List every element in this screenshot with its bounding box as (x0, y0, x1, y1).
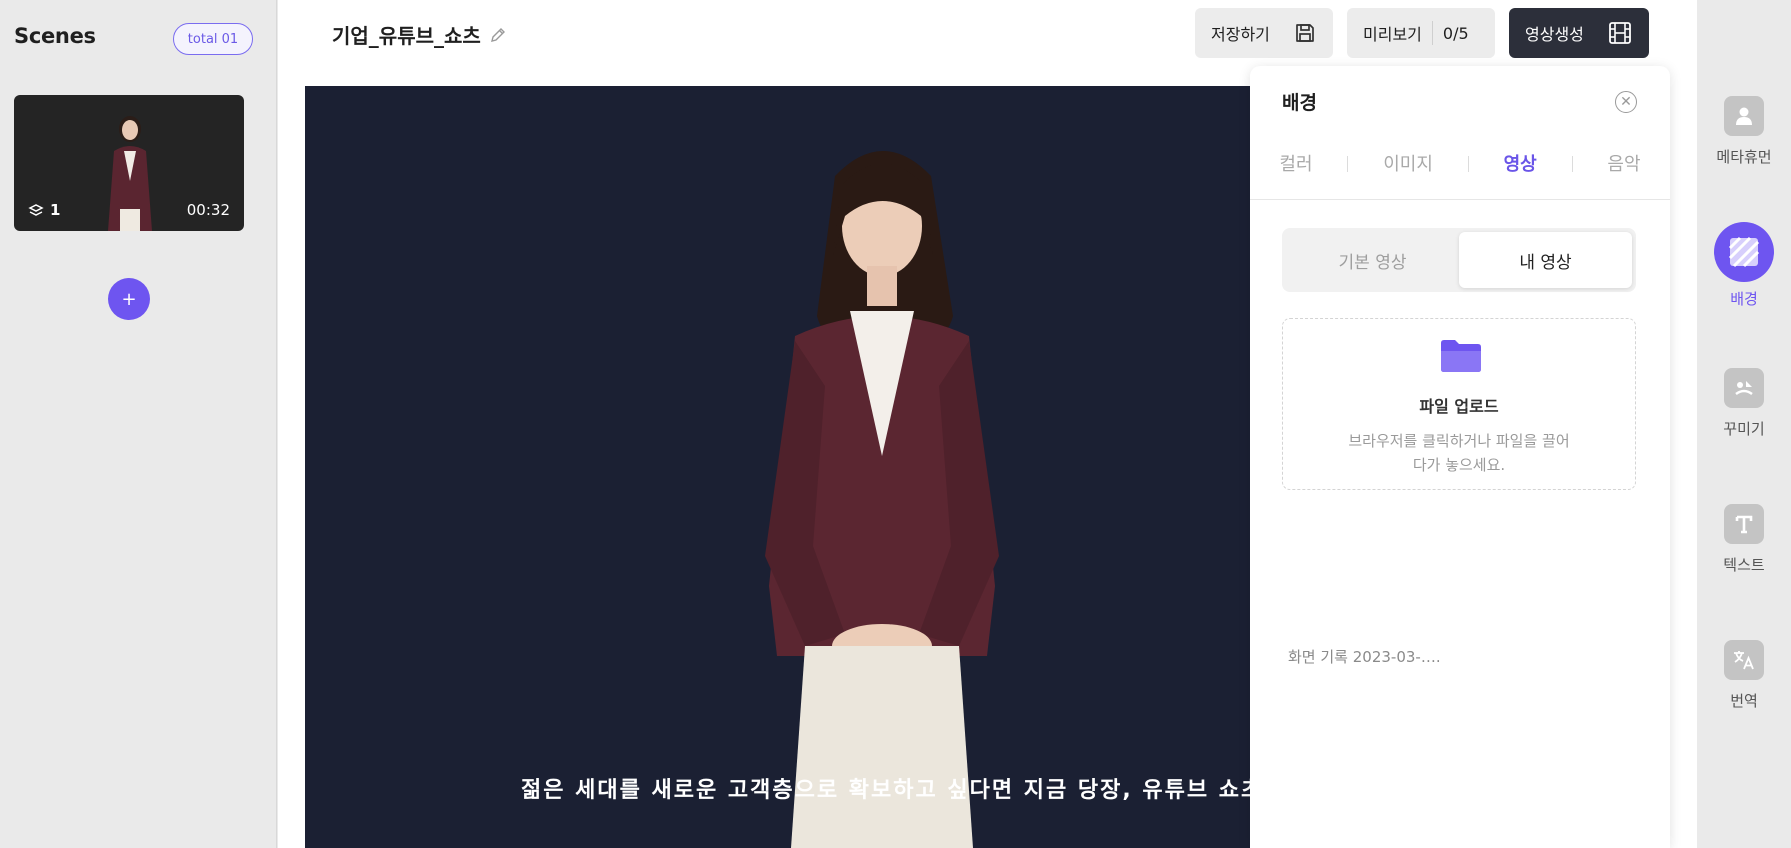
tab-divider (1347, 156, 1349, 172)
tab-divider (1571, 156, 1573, 172)
sticker-icon (1724, 368, 1764, 408)
file-upload-dropzone[interactable]: 파일 업로드 브라우저를 클릭하거나 파일을 끌어다가 놓으세요. (1282, 318, 1636, 490)
preview-button[interactable]: 미리보기 0/5 (1347, 8, 1495, 58)
toolbar-item-decorate[interactable]: 꾸미기 (1697, 368, 1791, 439)
scenes-panel: Scenes total 01 1 00:32 + (0, 0, 277, 848)
save-button[interactable]: 저장하기 (1195, 8, 1333, 58)
tab-image[interactable]: 이미지 (1383, 150, 1433, 176)
layers-icon (28, 204, 44, 216)
background-panel: 배경 ✕ 컬러 이미지 영상 음악 기본 영상 내 영상 파일 업로드 브라우저… (1250, 66, 1670, 848)
preview-label: 미리보기 (1363, 25, 1422, 44)
save-icon (1296, 24, 1314, 42)
caption-subtitle: 젊은 세대를 새로운 고객층으로 확보하고 싶다면 지금 당장, 유튜브 쇼츠 (521, 778, 1264, 803)
toolbar-label: 텍스트 (1723, 556, 1765, 574)
segment-my-video[interactable]: 내 영상 (1459, 232, 1632, 288)
toolbar-label: 메타휴먼 (1716, 148, 1772, 166)
add-scene-button[interactable]: + (108, 278, 150, 320)
preview-divider (1431, 21, 1433, 45)
scene-card[interactable]: 1 00:32 (14, 95, 244, 231)
text-icon (1724, 504, 1764, 544)
project-title-text: 기업_유튜브_쇼츠 (332, 24, 481, 48)
background-tabs: 컬러 이미지 영상 음악 (1250, 150, 1670, 200)
generate-label: 영상생성 (1525, 25, 1584, 44)
segment-default-video[interactable]: 기본 영상 (1286, 232, 1459, 288)
app: Scenes total 01 1 00:32 + 기업_유튜브_쇼츠 저장하기… (0, 0, 1791, 848)
scene-duration: 00:32 (186, 201, 230, 219)
upload-title: 파일 업로드 (1419, 397, 1499, 416)
avatar-presenter (765, 151, 999, 848)
right-toolbar: 메타휴먼 배경 꾸미기 텍스트 번역 (1697, 0, 1791, 848)
pencil-icon[interactable] (489, 26, 507, 44)
video-source-toggle: 기본 영상 내 영상 (1282, 228, 1636, 292)
tab-video[interactable]: 영상 (1504, 150, 1537, 176)
close-icon[interactable]: ✕ (1615, 91, 1637, 113)
tab-divider (1467, 156, 1469, 172)
toolbar-item-text[interactable]: 텍스트 (1697, 504, 1791, 575)
tab-color[interactable]: 컬러 (1279, 150, 1312, 176)
upload-description: 브라우저를 클릭하거나 파일을 끌어다가 놓으세요. (1348, 432, 1570, 474)
film-icon (1609, 22, 1631, 44)
toolbar-label: 꾸미기 (1723, 420, 1765, 438)
toolbar-label: 배경 (1730, 290, 1758, 308)
save-label: 저장하기 (1211, 25, 1270, 44)
background-panel-title: 배경 (1282, 92, 1317, 114)
toolbar-item-background[interactable]: 배경 (1697, 222, 1791, 309)
person-icon (1724, 96, 1764, 136)
tab-music[interactable]: 음악 (1607, 150, 1640, 176)
background-icon (1714, 222, 1774, 282)
generate-video-button[interactable]: 영상생성 (1509, 8, 1649, 58)
toolbar-item-metahuman[interactable]: 메타휴먼 (1697, 96, 1791, 167)
scene-thumbnail-person (108, 116, 152, 231)
scenes-title: Scenes (14, 24, 96, 48)
scene-layer-count: 1 (50, 201, 61, 219)
toolbar-label: 번역 (1730, 692, 1758, 710)
video-canvas[interactable] (305, 86, 1305, 848)
project-title[interactable]: 기업_유튜브_쇼츠 (332, 20, 507, 49)
folder-icon (1441, 340, 1481, 372)
toolbar-item-translate[interactable]: 번역 (1697, 640, 1791, 711)
preview-count: 0/5 (1442, 23, 1469, 43)
total-badge: total 01 (173, 23, 253, 55)
uploaded-file-item[interactable]: 화면 기록 2023-03-…. (1288, 646, 1441, 667)
scene-layers: 1 (28, 201, 60, 219)
translate-icon (1724, 640, 1764, 680)
